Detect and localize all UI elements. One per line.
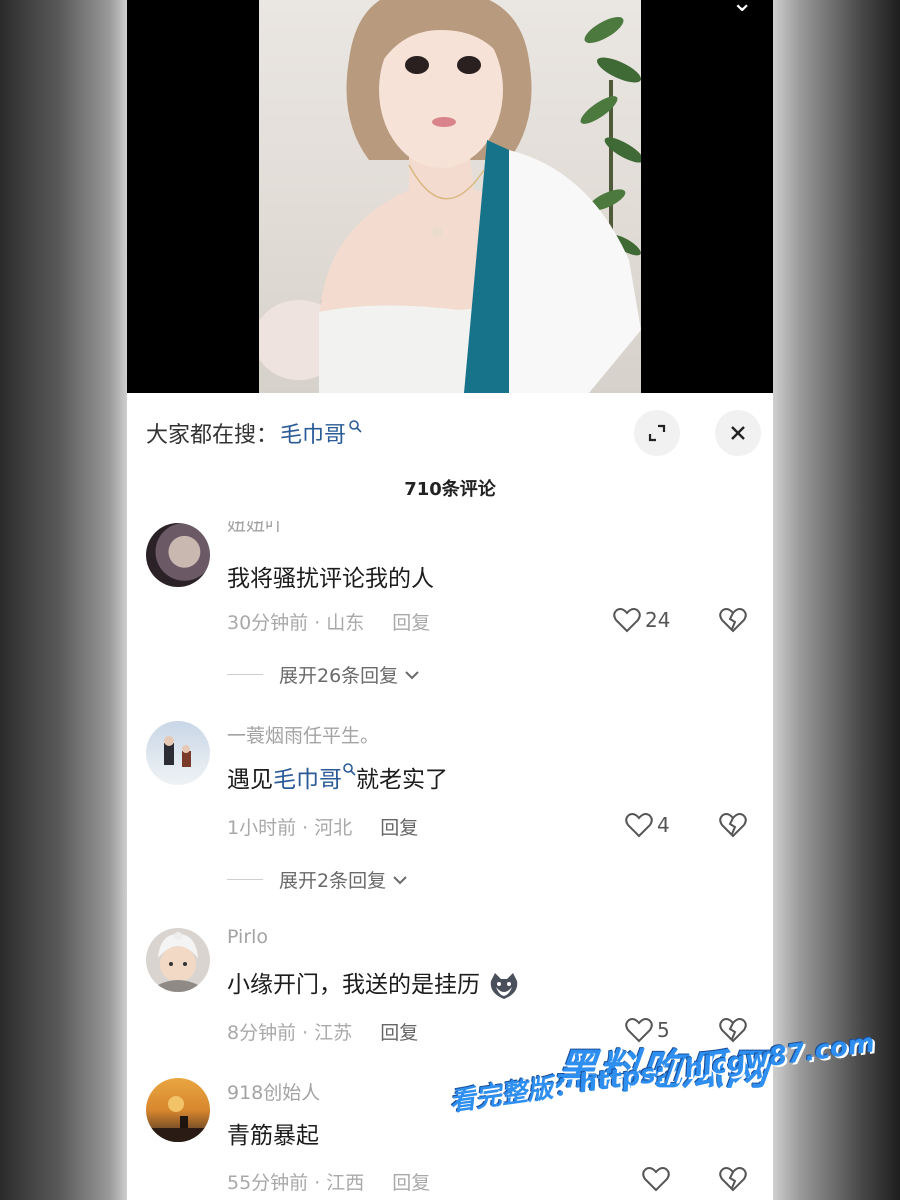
comment-text-part: 小缘开门，我送的是挂历 — [227, 972, 480, 998]
comment-search-link[interactable]: 毛巾哥 — [273, 767, 342, 793]
search-term-link[interactable]: 毛巾哥 — [280, 417, 346, 449]
divider — [227, 674, 263, 675]
reply-button[interactable]: 回复 — [392, 612, 430, 634]
avatar[interactable] — [146, 1078, 210, 1142]
comment-username[interactable]: 一蓑烟雨任平生。 — [227, 721, 379, 748]
comment-username[interactable]: 918创始人 — [227, 1078, 320, 1105]
expand-replies-label: 展开26条回复 — [279, 665, 399, 687]
comment-time-location: 55分钟前 · 江西 — [227, 1172, 365, 1194]
reply-button[interactable]: 回复 — [380, 1022, 418, 1044]
like-count: 24 — [645, 608, 671, 632]
like-count: 4 — [657, 813, 670, 837]
comment-time-location: 30分钟前 · 山东 — [227, 612, 365, 634]
avatar[interactable] — [146, 928, 210, 992]
like-button[interactable]: 24 — [613, 607, 670, 633]
reply-button[interactable]: 回复 — [392, 1172, 430, 1194]
expand-replies-label: 展开2条回复 — [279, 870, 387, 892]
comment-meta: 8分钟前 · 江苏 回复 — [227, 1018, 418, 1045]
expand-icon — [648, 424, 666, 442]
avatar[interactable] — [146, 523, 210, 587]
fullscreen-button[interactable] — [634, 410, 680, 456]
comment-text: 我将骚扰评论我的人 — [227, 566, 434, 592]
video-figure-image — [259, 0, 641, 393]
comment-text-part: 遇见 — [227, 767, 273, 793]
video-player[interactable]: ⌄ — [127, 0, 773, 393]
avatar-image — [156, 932, 200, 992]
comment-time-location: 1小时前 · 河北 — [227, 817, 353, 839]
heart-icon — [613, 608, 641, 633]
broken-heart-icon[interactable] — [719, 812, 747, 838]
avatar[interactable] — [146, 721, 210, 785]
comment-meta: 30分钟前 · 山东 回复 — [227, 608, 430, 635]
like-button[interactable]: 4 — [625, 812, 670, 838]
comment-count: 710条评论 — [404, 479, 496, 500]
video-frame — [259, 0, 641, 393]
broken-heart-icon[interactable] — [719, 607, 747, 633]
comment-text: 遇见毛巾哥 就老实了 — [227, 760, 448, 794]
close-button[interactable] — [715, 410, 761, 456]
comment-meta: 1小时前 · 河北 回复 — [227, 813, 418, 840]
comment-meta: 55分钟前 · 江西 回复 — [227, 1168, 430, 1195]
search-icon — [349, 420, 362, 433]
chevron-down-icon — [405, 670, 419, 679]
comment-text: 青筋暴起 — [227, 1123, 319, 1149]
broken-heart-icon[interactable] — [719, 1166, 747, 1192]
expand-replies-button[interactable]: 展开26条回复 — [227, 661, 422, 688]
comment-time-location: 8分钟前 · 江苏 — [227, 1022, 353, 1044]
comment-username[interactable]: Pirlo — [227, 926, 268, 948]
reply-button[interactable]: 回复 — [380, 817, 418, 839]
avatar-image — [146, 1096, 210, 1142]
comment-username[interactable]: 妞妞吖 — [227, 521, 284, 536]
chevron-down-icon — [393, 875, 407, 884]
search-icon — [343, 763, 356, 776]
close-icon — [731, 426, 745, 440]
heart-icon — [625, 813, 653, 838]
expand-replies-button[interactable]: 展开2条回复 — [227, 866, 410, 893]
search-suggestion[interactable]: 大家都在搜： 毛巾哥 — [146, 413, 362, 453]
comment-text: 小缘开门，我送的是挂历 — [227, 965, 521, 1001]
search-prefix: 大家都在搜： — [146, 423, 279, 448]
comment-text-part: 就老实了 — [356, 767, 448, 793]
divider — [227, 879, 263, 880]
avatar-image — [164, 736, 191, 767]
dog-emoji-icon — [491, 972, 518, 999]
phone-screen: ⌄ 大家都在搜： 毛巾哥 710条评论 妞妞吖 我将骚扰评论我的人 30分钟前 … — [127, 0, 773, 1200]
like-button[interactable] — [642, 1166, 674, 1192]
video-corner-icon[interactable]: ⌄ — [731, 0, 753, 18]
heart-icon — [642, 1167, 670, 1192]
